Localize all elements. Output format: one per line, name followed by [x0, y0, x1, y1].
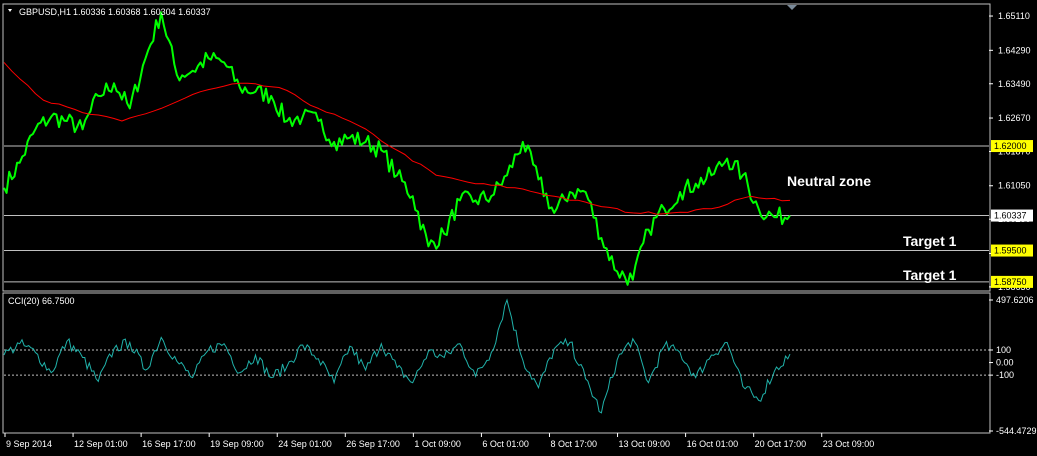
cci-label: CCI(20) 66.7500	[8, 296, 75, 306]
time-tick-label: 16 Oct 01:00	[687, 439, 739, 449]
time-tick-label: 8 Oct 17:00	[550, 439, 597, 449]
time-tick-label: 6 Oct 01:00	[482, 439, 529, 449]
level-tag-text: 1.60337	[994, 211, 1027, 221]
ohlc-readout: 1.60336 1.60368 1.60304 1.60337	[73, 7, 211, 17]
time-tick-label: 1 Oct 09:00	[414, 439, 461, 449]
time-tick-label: 9 Sep 2014	[6, 439, 52, 449]
cci-tick-label: -544.4729	[996, 426, 1037, 436]
target-lower-label: Target 1	[903, 267, 957, 283]
price-tick-label: 1.61050	[998, 181, 1031, 191]
time-tick-label: 13 Oct 09:00	[619, 439, 671, 449]
time-tick-label: 24 Sep 01:00	[278, 439, 332, 449]
cci-tick-label: -100	[996, 370, 1014, 380]
chart-background	[0, 0, 1037, 456]
price-tick-label: 1.65110	[998, 11, 1030, 21]
symbol-label: GBPUSD,H1	[19, 7, 71, 17]
price-tick-label: 1.64290	[998, 45, 1031, 55]
cci-tick-label: 497.6206	[996, 295, 1034, 305]
time-tick-label: 16 Sep 17:00	[142, 439, 196, 449]
time-tick-label: 20 Oct 17:00	[755, 439, 807, 449]
cci-tick-label: 100	[996, 345, 1011, 355]
chart-window[interactable]: 1.651101.642901.634901.626701.618701.610…	[0, 0, 1037, 456]
time-tick-label: 12 Sep 01:00	[74, 439, 128, 449]
price-tick-label: 1.63490	[998, 79, 1031, 89]
level-tag-text: 1.59500	[994, 246, 1027, 256]
price-tick-label: 1.62670	[998, 113, 1031, 123]
target-upper-label: Target 1	[903, 233, 957, 249]
time-tick-label: 23 Oct 09:00	[823, 439, 875, 449]
time-tick-label: 26 Sep 17:00	[346, 439, 400, 449]
cci-tick-label: 0.00	[996, 358, 1014, 368]
level-tag-text: 1.58750	[994, 277, 1027, 287]
level-tag-text: 1.62000	[994, 141, 1027, 151]
time-tick-label: 19 Sep 09:00	[210, 439, 264, 449]
neutral-zone-label: Neutral zone	[787, 173, 871, 189]
